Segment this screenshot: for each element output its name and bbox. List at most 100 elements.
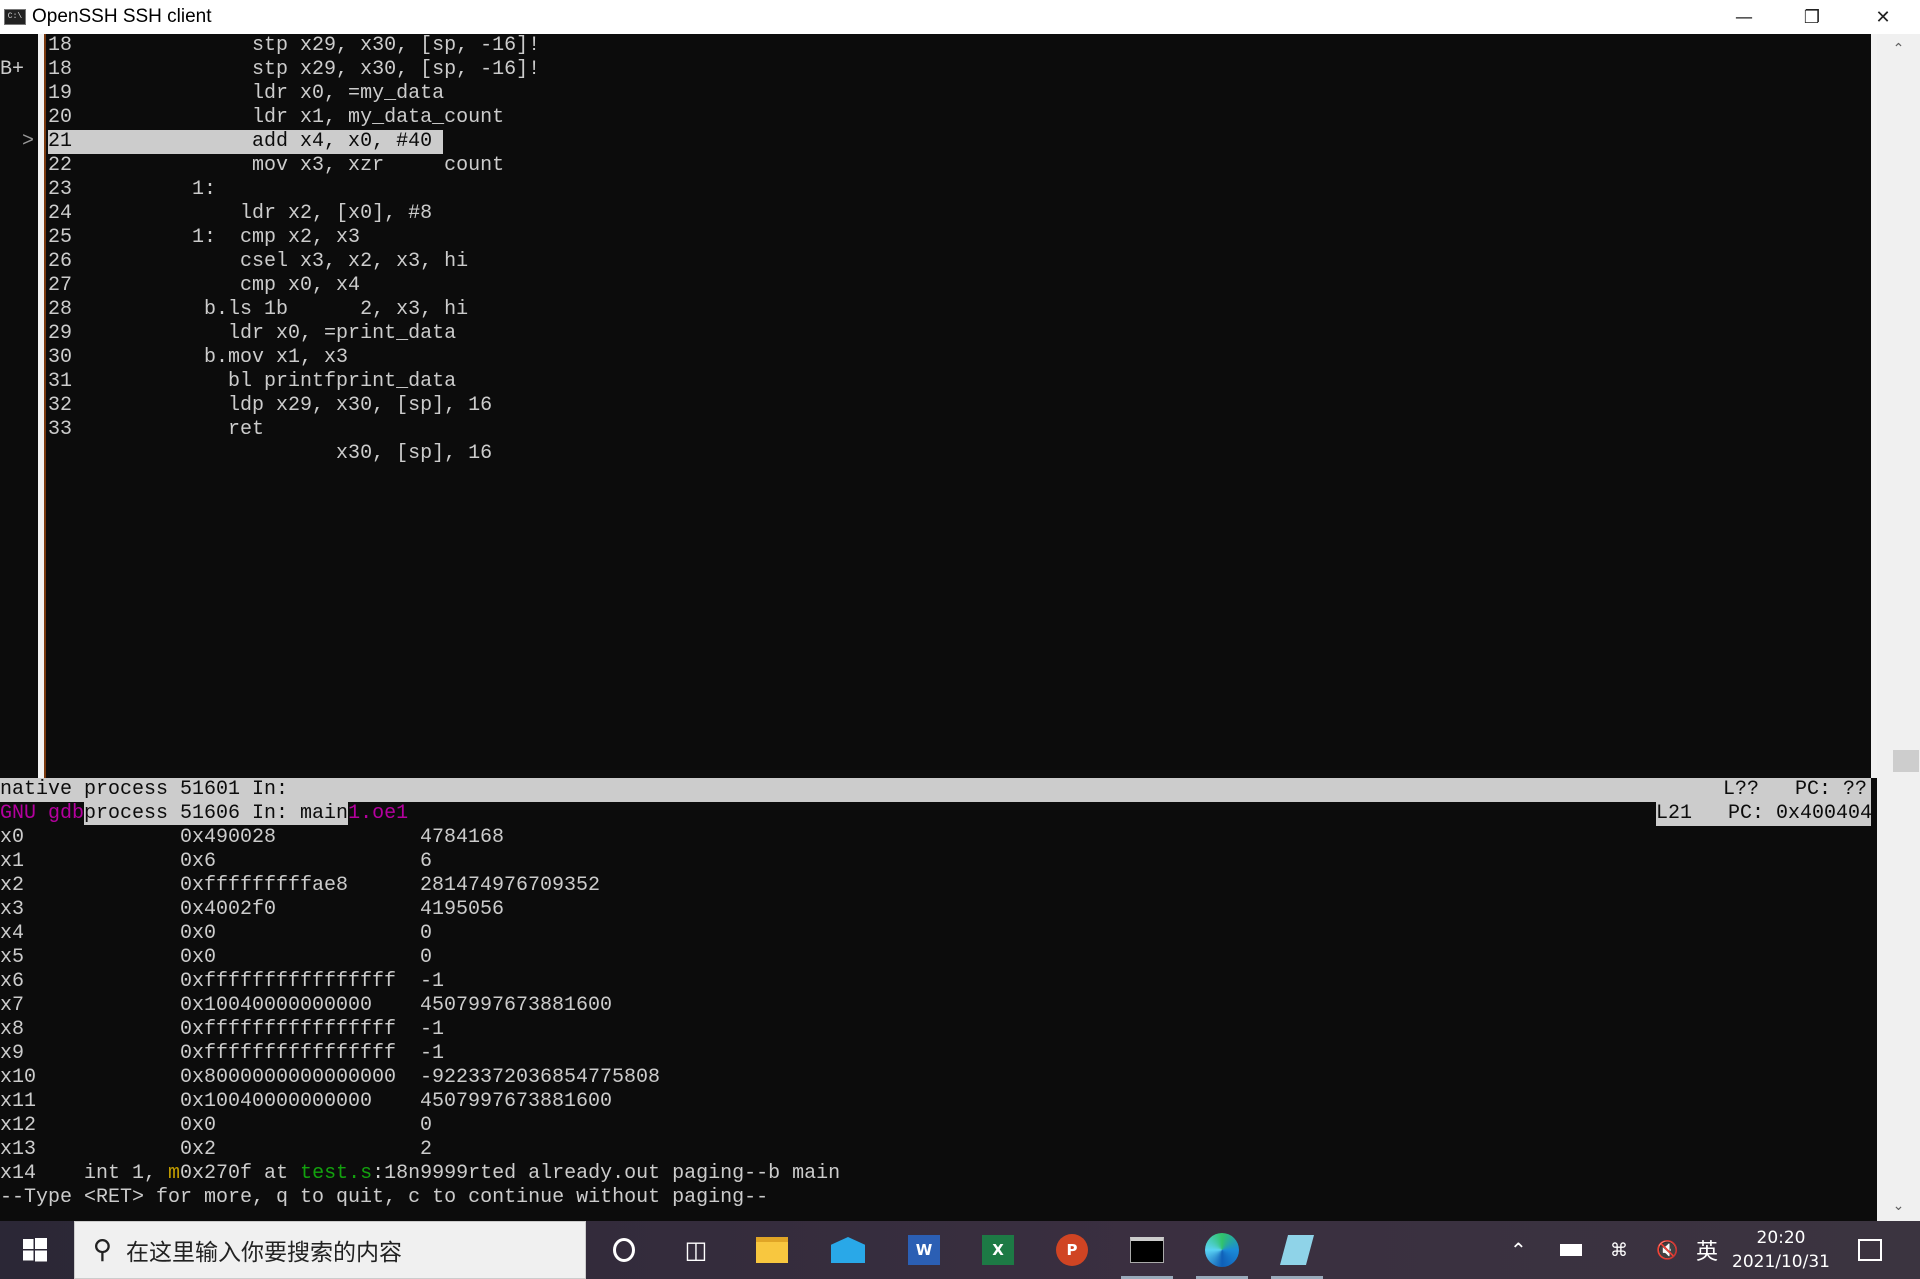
- source-line: 25 1: cmp x2, x3: [48, 226, 360, 250]
- terminal-button[interactable]: [1117, 1221, 1177, 1279]
- pane-border-left: [38, 34, 46, 778]
- register-dec: -1: [420, 1018, 445, 1041]
- word-button[interactable]: W: [894, 1221, 954, 1279]
- notepad-icon: [1279, 1235, 1315, 1265]
- line-number: 18: [48, 58, 73, 81]
- status-line-1: native process 51601 In: L?? PC: ??: [0, 778, 1871, 802]
- search-icon: ⚲: [93, 1235, 113, 1265]
- status-process: native process 51601 In:: [0, 778, 289, 801]
- register-dec: -9223372036854775808: [420, 1066, 661, 1089]
- line-number: 30: [48, 346, 73, 369]
- source-line: 31 bl printfprint_data: [48, 370, 456, 394]
- task-view-icon: ◫: [684, 1236, 708, 1264]
- source-code: ldr x1, my_data_count: [72, 106, 505, 129]
- register-name: x7: [0, 994, 25, 1017]
- register-hex: 0x10040000000000: [180, 994, 373, 1017]
- source-line: 22 mov x3, xzr count: [48, 154, 504, 178]
- register-hex: 0x10040000000000: [180, 1090, 373, 1113]
- wifi-icon: ⌘: [1610, 1239, 1628, 1261]
- restore-button[interactable]: ❐: [1778, 0, 1846, 34]
- source-line: 30 b.mov x1, x3: [48, 346, 348, 370]
- register-name: x12: [0, 1114, 37, 1137]
- scrollbar[interactable]: ⌃ ⌄: [1877, 34, 1920, 1221]
- register-hex: 0x8000000000000000: [180, 1066, 397, 1089]
- scrollbar-thumb[interactable]: [1893, 750, 1919, 772]
- line-number: 23: [48, 178, 73, 201]
- mail-button[interactable]: [818, 1221, 878, 1279]
- source-line: 20 ldr x1, my_data_count: [48, 106, 504, 130]
- source-code: cmp x0, x4: [72, 274, 361, 297]
- line-number: 20: [48, 106, 73, 129]
- minimize-icon: —: [1735, 6, 1753, 28]
- current-line-marker: >: [22, 130, 35, 153]
- cortana-button[interactable]: [594, 1221, 654, 1279]
- restore-icon: ❐: [1803, 6, 1821, 28]
- line-number: 21: [48, 130, 73, 153]
- status-process-main: process 51606 In: main: [84, 802, 349, 825]
- line-number: 22: [48, 154, 73, 177]
- source-line: 23 1:: [48, 178, 216, 202]
- powerpoint-icon: P: [1056, 1234, 1088, 1266]
- gdb-banner: GNU gdb: [0, 802, 85, 825]
- scroll-up-icon[interactable]: ⌃: [1877, 34, 1920, 64]
- register-dec: 4507997673881600: [420, 994, 613, 1017]
- battery-button[interactable]: [1560, 1221, 1582, 1279]
- line-number: 32: [48, 394, 73, 417]
- network-button[interactable]: ⌘: [1610, 1221, 1628, 1279]
- register-hex: 0x0: [180, 1114, 217, 1137]
- show-hidden-icons[interactable]: ⌃: [1510, 1221, 1527, 1279]
- minimize-button[interactable]: —: [1710, 0, 1778, 34]
- ime-indicator[interactable]: 英: [1696, 1221, 1718, 1279]
- source-code: mov x3, xzr count: [72, 154, 505, 177]
- register-hex: 0x6: [180, 850, 217, 873]
- source-line: 26 csel x3, x2, x3, hi: [48, 250, 468, 274]
- breakpoint-marker: B+: [0, 58, 25, 81]
- search-placeholder: 在这里输入你要搜索的内容: [126, 1240, 403, 1266]
- edge-icon: [1205, 1233, 1239, 1267]
- clock[interactable]: 20:20 2021/10/31: [1728, 1221, 1834, 1279]
- search-box[interactable]: ⚲ 在这里输入你要搜索的内容: [74, 1221, 586, 1279]
- terminal[interactable]: B+ > 18 stp x29, x30, [sp, -16]! 18 stp x…: [0, 34, 1877, 1221]
- register-hex: 0xffffffffffffffff: [180, 970, 397, 993]
- register-dec: 6: [420, 850, 433, 873]
- cortana-icon: [613, 1238, 635, 1262]
- excel-button[interactable]: X: [968, 1221, 1028, 1279]
- source-code: bl printfprint_data: [72, 370, 457, 393]
- register-hex: 0xffffffffffffffff: [180, 1042, 397, 1065]
- status-line-2: GNU gdbprocess 51606 In: main1.oe1 L21 P…: [0, 802, 1872, 826]
- register-hex: 0x0: [180, 922, 217, 945]
- register-hex: 0x4002f0: [180, 898, 277, 921]
- register-dec: 2: [420, 1138, 433, 1161]
- start-button[interactable]: [0, 1221, 70, 1279]
- source-code: ldr x0, =my_data: [72, 82, 445, 105]
- source-line: 24 ldr x2, [x0], #8: [48, 202, 432, 226]
- register-name: x5: [0, 946, 25, 969]
- scroll-down-icon[interactable]: ⌄: [1877, 1191, 1920, 1221]
- line-number: 26: [48, 250, 73, 273]
- notepad-button[interactable]: [1267, 1221, 1327, 1279]
- source-code: 1: cmp x2, x3: [72, 226, 361, 249]
- register-dec: 0: [420, 1114, 433, 1137]
- source-line: x30, [sp], 16: [48, 442, 492, 466]
- task-view-button[interactable]: ◫: [666, 1221, 726, 1279]
- window-title: OpenSSH SSH client: [32, 6, 212, 27]
- register-name: x4: [0, 922, 25, 945]
- word-icon: W: [908, 1235, 940, 1265]
- line-number: 33: [48, 418, 73, 441]
- source-code: b.mov x1, x3: [72, 346, 349, 369]
- register-hex: 0x2: [180, 1138, 217, 1161]
- file-explorer-button[interactable]: [742, 1221, 802, 1279]
- action-center-button[interactable]: [1858, 1221, 1882, 1279]
- edge-button[interactable]: [1192, 1221, 1252, 1279]
- register-dec: 281474976709352: [420, 874, 601, 897]
- register-dec: 4784168: [420, 826, 505, 849]
- source-code: stp x29, x30, [sp, -16]!: [72, 58, 541, 81]
- close-button[interactable]: ✕: [1846, 0, 1920, 34]
- line-number: 18: [48, 34, 73, 57]
- line-number: 24: [48, 202, 73, 225]
- close-icon: ✕: [1875, 6, 1891, 28]
- volume-button[interactable]: 🔇: [1656, 1221, 1678, 1279]
- register-name: x13: [0, 1138, 37, 1161]
- powerpoint-button[interactable]: P: [1042, 1221, 1102, 1279]
- source-line: 18 stp x29, x30, [sp, -16]!: [48, 58, 540, 82]
